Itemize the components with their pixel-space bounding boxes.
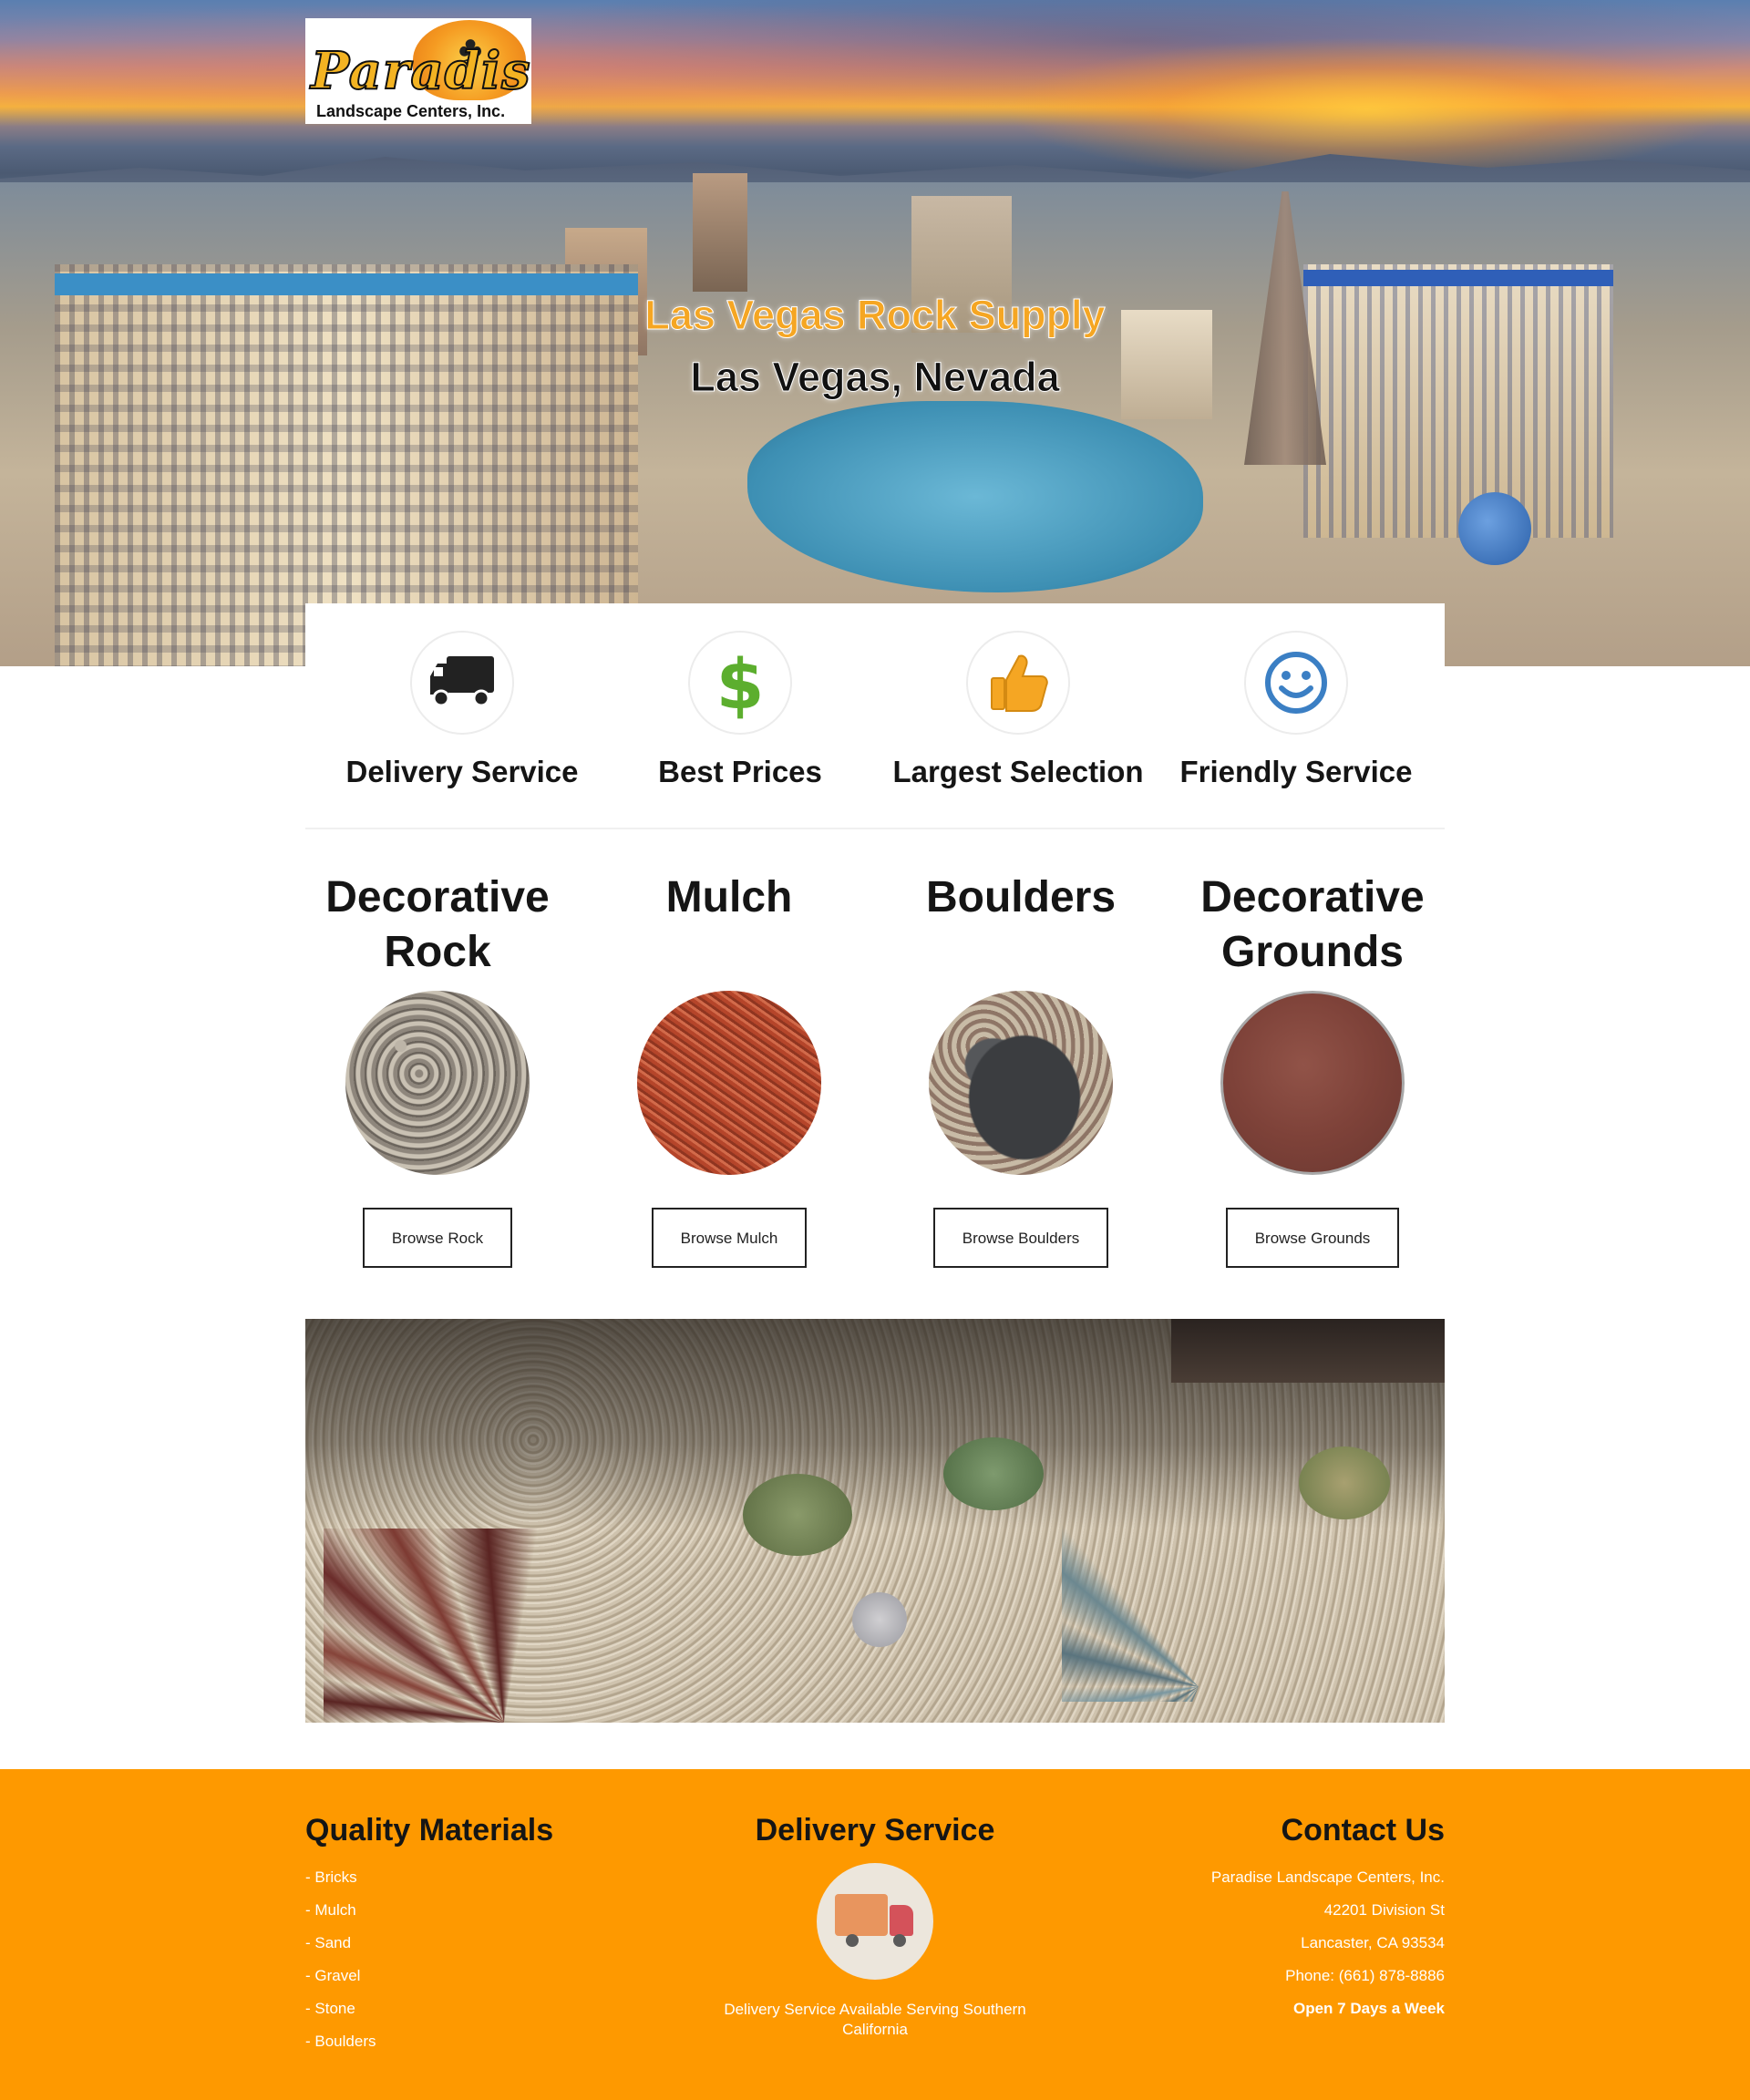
product-mulch: Mulch Browse Mulch bbox=[592, 870, 866, 1268]
succulent bbox=[943, 1437, 1044, 1510]
product-decorative-grounds: Decorative Grounds Browse Grounds bbox=[1176, 870, 1449, 1268]
ornamental-grass bbox=[324, 1529, 652, 1723]
feature-label: Largest Selection bbox=[892, 755, 1144, 788]
page-title: Las Vegas Rock Supply bbox=[644, 292, 1106, 339]
materials-list: - Bricks - Mulch - Sand - Gravel - Stone… bbox=[305, 1861, 670, 2058]
browse-mulch-button[interactable]: Browse Mulch bbox=[651, 1208, 808, 1268]
hot-air-balloon-sign bbox=[1458, 492, 1531, 565]
footer-materials: Quality Materials - Bricks - Mulch - San… bbox=[305, 1813, 670, 2058]
delivery-truck-icon bbox=[817, 1863, 933, 1980]
hotel-roof bbox=[1303, 270, 1613, 286]
feature-icon-circle bbox=[410, 631, 514, 735]
mulch-image[interactable] bbox=[637, 991, 821, 1175]
page-subtitle: Las Vegas, Nevada bbox=[690, 354, 1060, 401]
product-boulders: Boulders Browse Boulders bbox=[884, 870, 1158, 1268]
feature-label: Friendly Service bbox=[1179, 755, 1413, 788]
contact-details: Paradise Landscape Centers, Inc. 42201 D… bbox=[1080, 1861, 1445, 2025]
delivery-text: Delivery Service Available Serving South… bbox=[724, 2001, 1026, 2038]
list-item: - Bricks bbox=[305, 1868, 357, 1886]
list-item: - Mulch bbox=[305, 1901, 356, 1919]
feature-icon-circle bbox=[966, 631, 1070, 735]
succulent bbox=[743, 1474, 852, 1556]
feature-icon-circle bbox=[1244, 631, 1348, 735]
feature-prices: $ Best Prices bbox=[603, 631, 877, 789]
footer-contact: Contact Us Paradise Landscape Centers, I… bbox=[1080, 1813, 1445, 2025]
succulent bbox=[852, 1592, 907, 1647]
product-title: Boulders bbox=[925, 873, 1117, 921]
building bbox=[693, 173, 747, 292]
feature-friendly: Friendly Service bbox=[1159, 631, 1433, 789]
decorative-grounds-image[interactable] bbox=[1220, 991, 1405, 1175]
footer-heading: Delivery Service bbox=[755, 1813, 995, 1848]
truck-icon bbox=[430, 656, 494, 707]
browse-boulders-button[interactable]: Browse Boulders bbox=[932, 1208, 1109, 1268]
product-title: Mulch bbox=[665, 873, 793, 921]
feature-icon-circle: $ bbox=[688, 631, 792, 735]
company-name: Paradise Landscape Centers, Inc. bbox=[1210, 1868, 1445, 1886]
list-item: - Stone bbox=[305, 2000, 355, 2017]
phone-number[interactable]: Phone: (661) 878-8886 bbox=[1080, 1960, 1445, 1992]
feature-label: Delivery Service bbox=[345, 755, 579, 788]
footer-delivery: Delivery Service Delivery Service Availa… bbox=[693, 1813, 1057, 2040]
browse-grounds-button[interactable]: Browse Grounds bbox=[1225, 1208, 1400, 1268]
city-address: Lancaster, CA 93534 bbox=[1301, 1934, 1445, 1951]
list-item: - Boulders bbox=[305, 2033, 376, 2050]
dollar-icon: $ bbox=[717, 646, 763, 719]
browse-rock-button[interactable]: Browse Rock bbox=[362, 1208, 513, 1268]
hero-banner: Las Vegas Rock Supply Las Vegas, Nevada bbox=[0, 0, 1750, 666]
site-footer: Quality Materials - Bricks - Mulch - San… bbox=[0, 1769, 1750, 2100]
svg-text:$: $ bbox=[717, 646, 763, 719]
list-item: - Gravel bbox=[305, 1967, 361, 1984]
site-logo[interactable]: ♣ Paradise Landscape Centers, Inc. bbox=[305, 18, 531, 124]
decorative-rock-image[interactable] bbox=[345, 991, 530, 1175]
feature-delivery: Delivery Service bbox=[325, 631, 599, 789]
list-item: - Sand bbox=[305, 1934, 352, 1951]
section-divider bbox=[305, 828, 1445, 829]
street-address: 42201 Division St bbox=[1323, 1901, 1445, 1919]
features-bar: Delivery Service $ Best Prices Largest S… bbox=[305, 603, 1445, 828]
smiley-icon bbox=[1265, 652, 1327, 714]
thumbs-up-icon bbox=[991, 654, 1048, 712]
feature-selection: Largest Selection bbox=[881, 631, 1155, 789]
product-title: Decorative Grounds bbox=[1200, 873, 1425, 976]
logo-subtitle: Landscape Centers, Inc. bbox=[316, 102, 506, 120]
footer-heading: Contact Us bbox=[1281, 1813, 1445, 1848]
business-hours: Open 7 Days a Week bbox=[1293, 2000, 1445, 2017]
logo-wordmark: Paradise bbox=[310, 41, 531, 101]
footer-heading: Quality Materials bbox=[305, 1813, 554, 1848]
boulders-image[interactable] bbox=[929, 991, 1113, 1175]
feature-label: Best Prices bbox=[658, 755, 822, 788]
photo-fence bbox=[1171, 1319, 1445, 1383]
product-decorative-rock: Decorative Rock Browse Rock bbox=[301, 870, 574, 1268]
agave-plant bbox=[1062, 1401, 1335, 1702]
landscape-photo bbox=[305, 1319, 1445, 1723]
product-title: Decorative Rock bbox=[325, 873, 550, 976]
